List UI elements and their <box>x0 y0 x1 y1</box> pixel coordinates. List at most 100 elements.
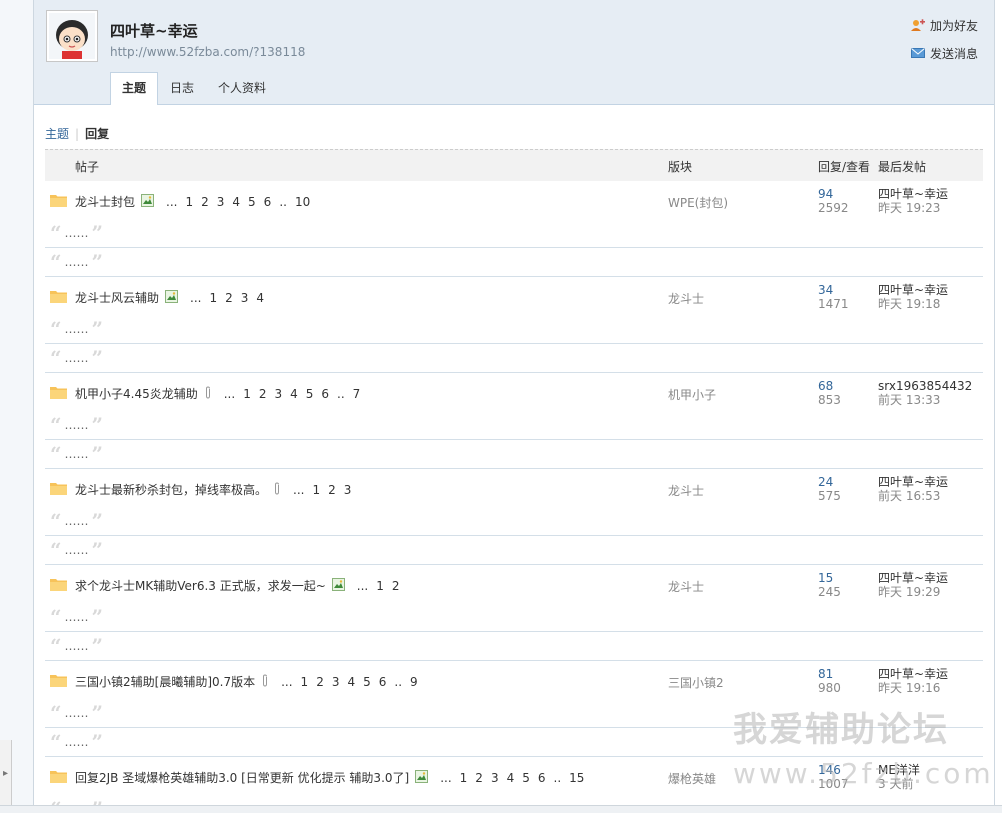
page-link[interactable]: 4 <box>290 387 298 401</box>
subnav-topics-link[interactable]: 主题 <box>45 127 69 141</box>
thread-title[interactable]: 回复2JB 圣域爆枪英雄辅助3.0 [日常更新 优化提示 辅助3.0了] <box>75 769 409 786</box>
last-post-user[interactable]: 四叶草~幸运 <box>878 667 948 681</box>
page-link[interactable]: 1 <box>312 483 320 497</box>
reply-quote-text[interactable]: …… <box>65 610 89 624</box>
last-post-user[interactable]: srx1963854432 <box>878 379 972 393</box>
reply-count[interactable]: 34 <box>818 283 849 297</box>
page-link[interactable]: 1 <box>243 387 251 401</box>
forum-link[interactable]: 龙斗士 <box>668 578 704 595</box>
page-link[interactable]: 1 <box>301 675 309 689</box>
last-post-time[interactable]: 前天 13:33 <box>878 393 972 407</box>
page-link[interactable]: 6 <box>321 387 329 401</box>
page-link[interactable]: 5 <box>248 195 256 209</box>
page-link[interactable]: 2 <box>201 195 209 209</box>
reply-quote-text[interactable]: …… <box>65 543 89 557</box>
view-count: 980 <box>818 681 841 695</box>
last-post-user[interactable]: 四叶草~幸运 <box>878 187 948 201</box>
image-attachment-icon <box>165 289 179 306</box>
page-link[interactable]: 4 <box>347 675 355 689</box>
tab-blog[interactable]: 日志 <box>158 72 206 104</box>
page-link[interactable]: 5 <box>306 387 314 401</box>
last-post-time[interactable]: 昨天 19:16 <box>878 681 948 695</box>
reply-quote-text[interactable]: …… <box>65 447 89 461</box>
thread-title[interactable]: 三国小镇2辅助[晨曦辅助]0.7版本 <box>75 673 255 690</box>
forum-link[interactable]: 机甲小子 <box>668 386 716 403</box>
reply-count[interactable]: 94 <box>818 187 849 201</box>
page-link[interactable]: 7 <box>353 387 361 401</box>
forum-link[interactable]: 龙斗士 <box>668 482 704 499</box>
page-link[interactable]: 4 <box>232 195 240 209</box>
reply-quote: “……” <box>45 411 983 440</box>
page-link[interactable]: 6 <box>379 675 387 689</box>
add-friend-button[interactable]: 加为好友 <box>910 15 978 35</box>
reply-quote-text[interactable]: …… <box>65 639 89 653</box>
page-link[interactable]: 1 <box>376 579 384 593</box>
page-link[interactable]: 3 <box>217 195 225 209</box>
page-link[interactable]: 10 <box>295 195 310 209</box>
tab-topics[interactable]: 主题 <box>110 72 159 105</box>
reply-quote-text[interactable]: …… <box>65 226 89 240</box>
page-link[interactable]: 2 <box>475 771 483 785</box>
reply-quote-text[interactable]: …… <box>65 514 89 528</box>
sidebar-toggle[interactable]: ▸ <box>0 740 12 806</box>
last-post-time[interactable]: 前天 16:53 <box>878 489 948 503</box>
thread-title[interactable]: 机甲小子4.45炎龙辅助 <box>75 385 198 402</box>
reply-quote-text[interactable]: …… <box>65 706 89 720</box>
page-link[interactable]: 2 <box>392 579 400 593</box>
thread-title-wrap: 求个龙斗士MK辅助Ver6.3 正式版，求发一起~ ... 1 2 <box>75 577 400 594</box>
last-post-time[interactable]: 昨天 19:18 <box>878 297 948 311</box>
reply-quote-text[interactable]: …… <box>65 735 89 749</box>
header-post: 帖子 <box>75 160 100 174</box>
thread-title[interactable]: 龙斗士封包 <box>75 193 135 210</box>
last-post-time[interactable]: 昨天 19:23 <box>878 201 948 215</box>
forum-link[interactable]: 三国小镇2 <box>668 674 724 691</box>
tab-profile[interactable]: 个人资料 <box>206 72 278 104</box>
last-post-time[interactable]: 昨天 19:29 <box>878 585 948 599</box>
page-link[interactable]: 6 <box>538 771 546 785</box>
page-link[interactable]: 5 <box>363 675 371 689</box>
page-link[interactable]: 6 <box>264 195 272 209</box>
last-post-user[interactable]: 四叶草~幸运 <box>878 283 948 297</box>
reply-count[interactable]: 68 <box>818 379 841 393</box>
page-link[interactable]: 2 <box>328 483 336 497</box>
reply-quote-text[interactable]: …… <box>65 322 89 336</box>
image-attachment-icon <box>141 193 155 210</box>
page-link[interactable]: 2 <box>225 291 233 305</box>
reply-quote-text[interactable]: …… <box>65 255 89 269</box>
avatar[interactable] <box>46 10 98 62</box>
reply-quote-text[interactable]: …… <box>65 418 89 432</box>
page-link[interactable]: 2 <box>259 387 267 401</box>
last-post-user[interactable]: 四叶草~幸运 <box>878 571 948 585</box>
page-link[interactable]: 1 <box>209 291 217 305</box>
page-link[interactable]: 2 <box>316 675 324 689</box>
reply-count[interactable]: 81 <box>818 667 841 681</box>
page-link[interactable]: 3 <box>344 483 352 497</box>
reply-count[interactable]: 24 <box>818 475 841 489</box>
forum-link[interactable]: 爆枪英雄 <box>668 770 716 787</box>
page-link[interactable]: 1 <box>185 195 193 209</box>
reply-count[interactable]: 15 <box>818 571 841 585</box>
page-link[interactable]: 5 <box>522 771 530 785</box>
page-link[interactable]: 3 <box>274 387 282 401</box>
profile-url[interactable]: http://www.52fzba.com/?138118 <box>110 45 305 59</box>
page-link[interactable]: 3 <box>332 675 340 689</box>
last-post-user[interactable]: 四叶草~幸运 <box>878 475 948 489</box>
subnav-replies-link[interactable]: 回复 <box>85 127 109 141</box>
page-link[interactable]: 15 <box>569 771 584 785</box>
open-quote-icon: “ <box>50 221 62 245</box>
reply-quote: “……” <box>45 507 983 536</box>
page-link[interactable]: 1 <box>460 771 468 785</box>
profile-header: 四叶草~幸运 http://www.52fzba.com/?138118 加为好… <box>34 0 994 105</box>
page-link[interactable]: 3 <box>241 291 249 305</box>
page-link[interactable]: 3 <box>491 771 499 785</box>
thread-title[interactable]: 龙斗士最新秒杀封包，掉线率极高。 <box>75 481 267 498</box>
thread-title[interactable]: 求个龙斗士MK辅助Ver6.3 正式版，求发一起~ <box>75 577 326 594</box>
page-link[interactable]: 4 <box>507 771 515 785</box>
send-message-button[interactable]: 发送消息 <box>910 43 978 63</box>
reply-quote-text[interactable]: …… <box>65 351 89 365</box>
forum-link[interactable]: WPE(封包) <box>668 194 728 211</box>
page-link[interactable]: 9 <box>410 675 418 689</box>
page-link[interactable]: 4 <box>256 291 264 305</box>
forum-link[interactable]: 龙斗士 <box>668 290 704 307</box>
thread-title[interactable]: 龙斗士风云辅助 <box>75 289 159 306</box>
